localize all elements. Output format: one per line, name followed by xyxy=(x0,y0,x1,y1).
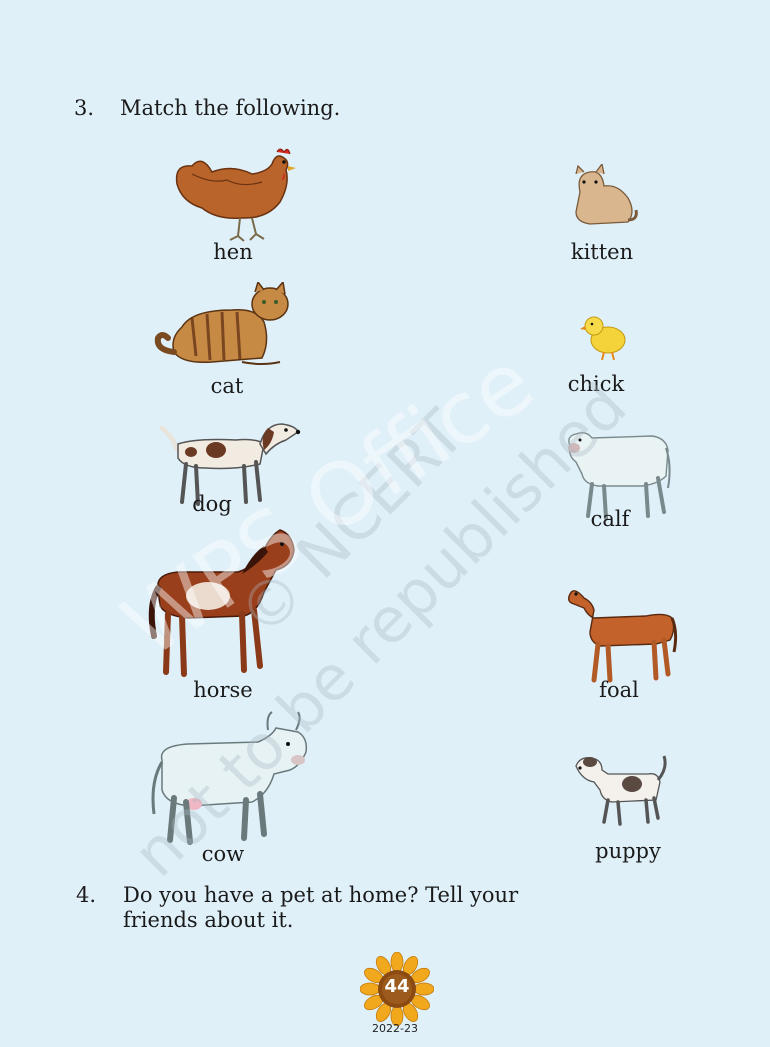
puppy-illustration xyxy=(572,752,670,826)
foal-illustration xyxy=(564,572,678,684)
question-3-text: Match the following. xyxy=(120,96,341,120)
animal-label-chick: chick xyxy=(567,372,625,396)
cat-illustration xyxy=(152,282,292,372)
horse-illustration xyxy=(148,526,298,681)
edition-year: 2022-23 xyxy=(372,1022,418,1035)
cow-illustration xyxy=(148,710,318,850)
animal-label-cat: cat xyxy=(210,374,244,398)
animal-label-calf: calf xyxy=(590,507,630,531)
animal-label-kitten: kitten xyxy=(570,240,634,264)
question-3-number: 3. xyxy=(74,96,95,120)
animal-label-dog: dog xyxy=(192,492,232,516)
question-4-line1: Do you have a pet at home? Tell your xyxy=(123,883,519,907)
animal-label-horse: horse xyxy=(193,678,253,702)
animal-label-cow: cow xyxy=(201,842,245,866)
page-number: 44 xyxy=(384,976,410,997)
kitten-illustration xyxy=(566,164,642,230)
chick-illustration xyxy=(580,312,628,362)
question-4-number: 4. xyxy=(76,883,97,907)
hen-illustration xyxy=(172,144,297,244)
animal-label-foal: foal xyxy=(599,678,639,702)
textbook-page: 3. Match the following. hen cat dog hors… xyxy=(0,0,770,1047)
question-4-line2: friends about it. xyxy=(123,908,294,932)
animal-label-puppy: puppy xyxy=(595,839,661,863)
animal-label-hen: hen xyxy=(213,240,253,264)
